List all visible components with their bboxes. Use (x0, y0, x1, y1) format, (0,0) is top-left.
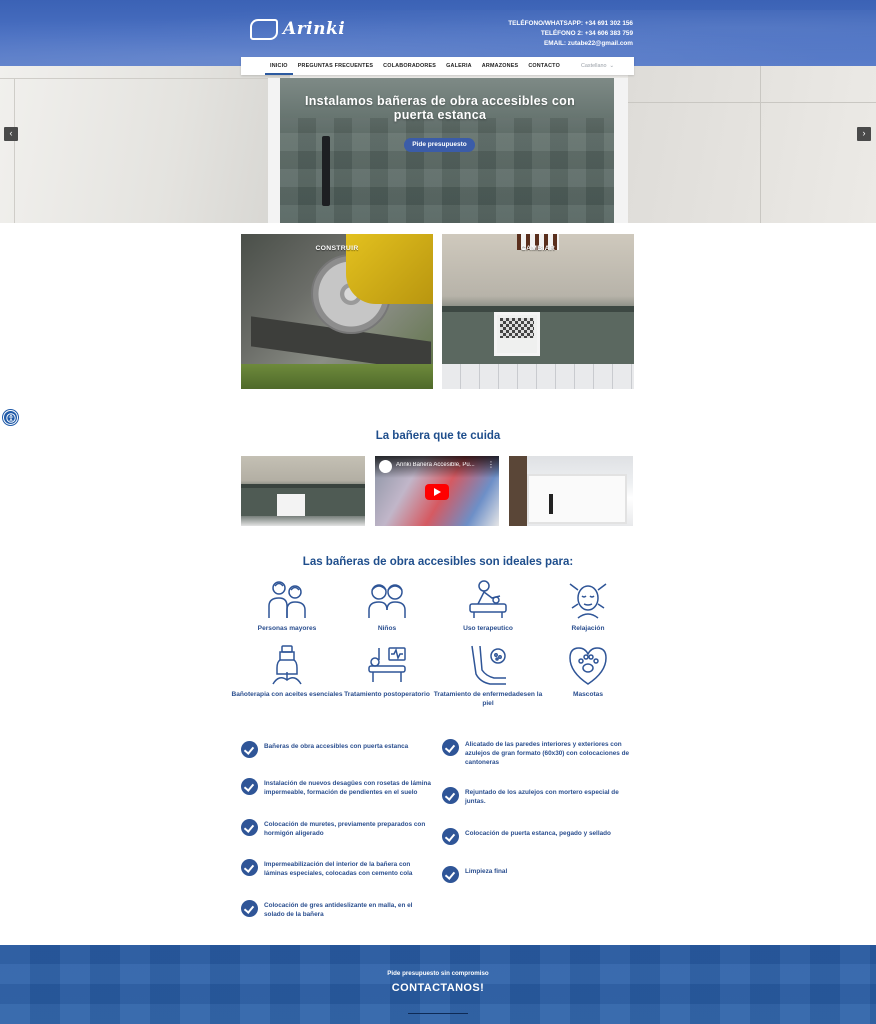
ideal-section-title: Las bañeras de obra accesibles son ideal… (302, 556, 574, 568)
check-circle-icon (241, 900, 258, 917)
checklist-item: Limpieza final (442, 866, 632, 883)
videos-section-title: La bañera que te cuida (375, 430, 501, 442)
slider-next-button[interactable]: › (857, 127, 871, 141)
check-circle-icon (241, 741, 258, 758)
thumb-image-door (277, 494, 305, 516)
channel-avatar[interactable] (379, 460, 392, 473)
checklist-text: Limpieza final (465, 868, 508, 875)
language-value: Castellano (580, 63, 607, 69)
logo-text: Arinki (283, 19, 346, 39)
logo-mark-icon (250, 18, 278, 40)
chevron-down-icon: ⌄ (609, 63, 614, 69)
logo[interactable]: Arinki (250, 18, 345, 40)
checklist-item: Colocación de gres antideslizante en mal… (241, 900, 431, 919)
checklist-text: Colocación de gres antideslizante en mal… (264, 902, 413, 918)
checklist-item: Colocación de muretes, previamente prepa… (241, 819, 431, 838)
checklist-text: Impermeabilización del interior de la ba… (264, 861, 413, 877)
thumb-image-wall (509, 456, 527, 526)
check-circle-icon (241, 819, 258, 836)
hero-slider: Instalamos bañeras de obra accesibles co… (0, 66, 876, 223)
checklist-item: Bañeras de obra accesibles con puerta es… (241, 741, 431, 758)
hero-title-line-1: Instalamos bañeras de obra accesibles co… (304, 94, 576, 108)
check-circle-icon (442, 787, 459, 804)
elderly-couple-icon (268, 581, 306, 618)
feature-mascotas: Mascotas (528, 644, 648, 699)
checklist-item: Instalación de nuevos desagües con roset… (241, 778, 431, 797)
contact-button[interactable]: CONTACTANOS! (0, 982, 876, 994)
hero-tile-line (14, 78, 15, 223)
checklist-text: Rejuntado de los azulejos con mortero es… (465, 789, 619, 805)
check-circle-icon (442, 828, 459, 845)
contact-phone-1[interactable]: TELÉFONO/WHATSAPP: +34 691 302 156 (508, 19, 633, 29)
hero-tile-line (628, 102, 876, 103)
feature-label: Mascotas (572, 691, 604, 698)
hero-tile-line (0, 78, 290, 79)
cta-divider (408, 1013, 468, 1014)
service-card-cambiar[interactable]: CAMBIAR (442, 234, 634, 389)
skin-treatment-icon (471, 645, 506, 685)
language-select[interactable]: Castellano ⌄ (581, 63, 614, 69)
contact-info: TELÉFONO/WHATSAPP: +34 691 302 156 TELÉF… (508, 19, 633, 49)
more-options-icon[interactable]: ⋮ (487, 461, 495, 469)
check-circle-icon (241, 859, 258, 876)
quote-button[interactable]: Pide presupuesto (404, 138, 475, 152)
gallery-thumb-1[interactable] (241, 456, 365, 526)
nav-item-armazones[interactable]: ARMAZONES (477, 57, 524, 75)
nav-item-preguntas[interactable]: PREGUNTAS FRECUENTES (293, 57, 378, 75)
relaxation-icon (569, 583, 607, 619)
nav-item-inicio[interactable]: INICIO (265, 57, 293, 75)
hero-wall-right (628, 66, 876, 223)
service-card-label: CAMBIAR (520, 245, 556, 252)
checklist-text: Bañeras de obra accesibles con puerta es… (264, 743, 409, 750)
contact-cta-banner: Pide presupuesto sin compromiso CONTACTA… (0, 945, 876, 1024)
checklist-item: Rejuntado de los azulejos con mortero es… (442, 787, 632, 806)
essential-oil-icon (272, 645, 302, 685)
check-circle-icon (442, 739, 459, 756)
hero-door-handle (322, 136, 330, 206)
nav-item-galeria[interactable]: GALERIA (441, 57, 477, 75)
contact-email[interactable]: EMAIL: zutabe22@gmail.com (508, 39, 633, 49)
nav-item-colaboradores[interactable]: COLABORADORES (378, 57, 441, 75)
hero-tile-line (760, 66, 761, 223)
play-button-icon[interactable] (425, 484, 449, 500)
hero-title-line-2: puerta estanca (393, 108, 487, 122)
therapy-icon (469, 580, 507, 618)
accessibility-button[interactable] (3, 410, 18, 425)
main-nav: INICIO PREGUNTAS FRECUENTES COLABORADORE… (241, 57, 634, 75)
pet-paw-icon (569, 647, 607, 685)
service-card-construir[interactable]: CONSTRUIR (241, 234, 433, 389)
slider-prev-button[interactable]: ‹ (4, 127, 18, 141)
check-circle-icon (241, 778, 258, 795)
gallery-thumb-3[interactable] (509, 456, 633, 526)
check-circle-icon (442, 866, 459, 883)
checklist-item: Alicatado de las paredes interiores y ex… (442, 739, 632, 767)
video-player[interactable]: Arinki Bañera Accesible, Pu... ⋮ (375, 456, 499, 526)
cta-subtitle: Pide presupuesto sin compromiso (387, 970, 489, 977)
checklist-text: Instalación de nuevos desagües con roset… (264, 780, 431, 796)
hero-title: Instalamos bañeras de obra accesibles co… (230, 94, 650, 122)
checklist-item: Impermeabilización del interior de la ba… (241, 859, 431, 878)
card-image-grass (241, 364, 433, 389)
feature-label: Relajación (571, 625, 605, 632)
accessibility-icon (6, 413, 16, 423)
children-icon (368, 584, 406, 618)
thumb-image-handle (549, 494, 553, 514)
checklist-text: Alicatado de las paredes interiores y ex… (465, 741, 630, 766)
hero-wall-left (0, 66, 290, 223)
thumb-image-tub (527, 474, 627, 524)
nav-item-contacto[interactable]: CONTACTO (523, 57, 565, 75)
card-image-floor (442, 364, 634, 389)
contact-phone-2[interactable]: TELÉFONO 2: +34 606 383 759 (508, 29, 633, 39)
video-title[interactable]: Arinki Bañera Accesible, Pu... (396, 462, 488, 468)
checklist-text: Colocación de muretes, previamente prepa… (264, 821, 426, 837)
checklist-item: Colocación de puerta estanca, pegado y s… (442, 828, 632, 845)
checklist-text: Colocación de puerta estanca, pegado y s… (465, 830, 611, 837)
service-card-label: CONSTRUIR (315, 245, 359, 252)
card-image-mosaic (500, 318, 534, 338)
postoperative-icon (368, 647, 406, 682)
feature-relajacion: Relajación (528, 578, 648, 633)
